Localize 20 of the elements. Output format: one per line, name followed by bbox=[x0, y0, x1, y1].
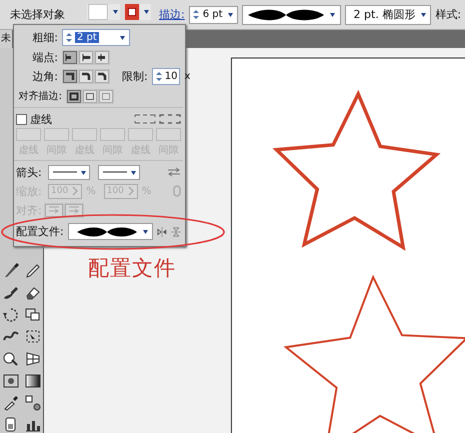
brush-dropdown[interactable]: 2 pt. 椭圆形 bbox=[344, 4, 432, 24]
checkbox-label: 虚线 bbox=[30, 112, 52, 126]
annotation-text: 配置文件 bbox=[88, 255, 176, 282]
field-label: 对齐描边: bbox=[18, 90, 62, 103]
stroke-weight-field[interactable]: 6 pt bbox=[188, 6, 238, 24]
field-label: 端点: bbox=[31, 50, 58, 64]
unit-label: % bbox=[86, 186, 96, 196]
weight-field[interactable]: 2 pt bbox=[62, 29, 130, 46]
limit-field[interactable]: 10 bbox=[152, 68, 180, 85]
field-label: 箭头: bbox=[16, 164, 40, 180]
field-label: 边角: bbox=[31, 69, 58, 84]
style-label: 样式: bbox=[435, 7, 462, 22]
document-tab[interactable]: 未 bbox=[0, 30, 12, 48]
field-label: 限制: bbox=[122, 69, 148, 84]
selection-status: 未选择对象 bbox=[10, 7, 65, 22]
unit-label: % bbox=[142, 186, 152, 196]
stroke-link[interactable]: 描边: bbox=[159, 7, 185, 22]
field-label: 粗细: bbox=[31, 30, 58, 45]
field-label: 配置文件: bbox=[16, 224, 64, 239]
unit-label: x bbox=[184, 71, 190, 82]
